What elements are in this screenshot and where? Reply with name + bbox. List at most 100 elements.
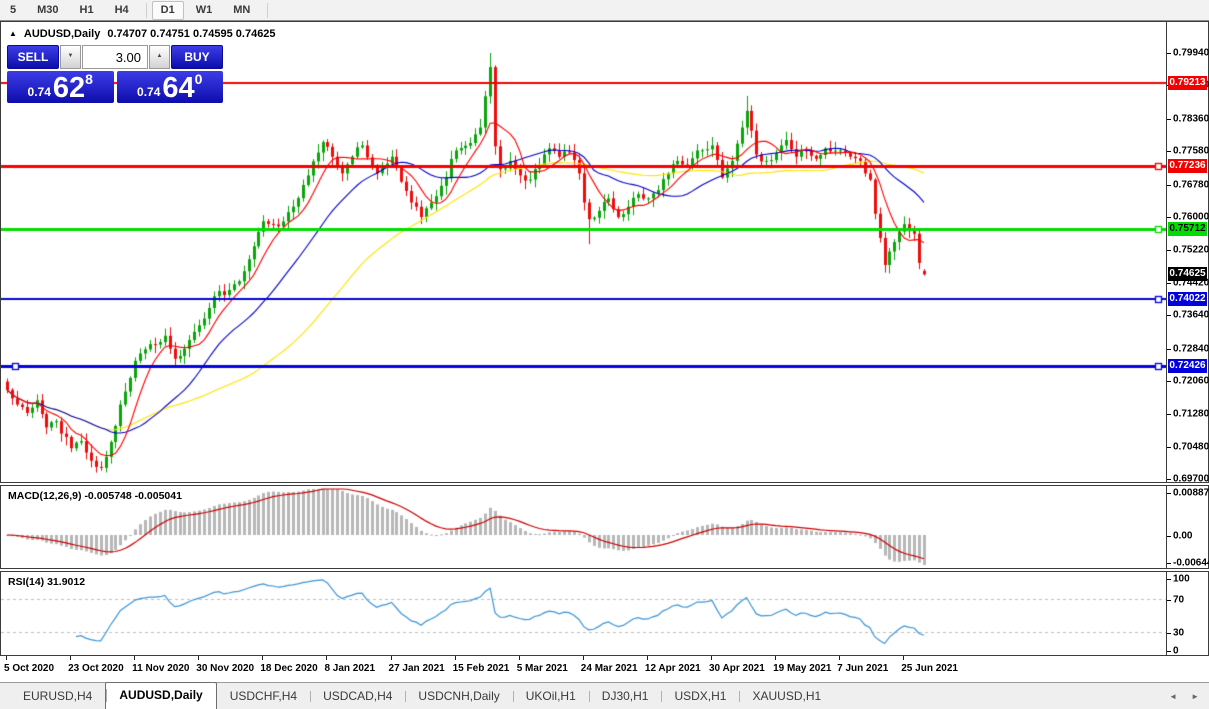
macd-tick-label: 0.008877 [1173,488,1209,499]
price-tick-mark [1167,447,1171,448]
price-tick-mark [1167,185,1171,186]
volume-decrease-button[interactable]: ▼ [60,45,81,69]
timeframe-button-w1[interactable]: W1 [187,1,222,20]
macd-tick-mark [1167,536,1171,537]
date-label: 12 Apr 2021 [645,663,701,674]
macd-tick-label: 0.00 [1173,531,1192,542]
tab-audusd-daily[interactable]: AUDUSD,Daily [105,682,216,709]
price-tick-label: 0.78360 [1173,113,1209,124]
date-label: 18 Dec 2020 [260,663,317,674]
rsi-tick-mark [1167,600,1171,601]
timeframe-button-h1[interactable]: H1 [71,1,103,20]
price-tick-label: 0.72840 [1173,343,1209,354]
price-tick-label: 0.70480 [1173,442,1209,453]
price-tick-label: 0.73640 [1173,310,1209,321]
date-tick-mark [903,656,904,660]
date-tick-mark [455,656,456,660]
rsi-axis: 10070300 [1166,572,1208,655]
tab-scroll-arrows[interactable]: ◄► [1155,692,1199,701]
timeframe-button-mn[interactable]: MN [224,1,259,20]
date-tick-mark [839,656,840,660]
date-label: 25 Jun 2021 [901,663,958,674]
tab-ukoil-h1[interactable]: UKOil,H1 [513,685,589,709]
main-chart-panel: ▲ AUDUSD,Daily 0.74707 0.74751 0.74595 0… [0,21,1209,483]
sell-button[interactable]: SELL [7,45,59,69]
price-tick-mark [1167,53,1171,54]
date-tick-mark [326,656,327,660]
sell-price-big-digits: 62 [53,75,85,101]
price-tick-mark [1167,479,1171,480]
timeframe-button-d1[interactable]: D1 [152,1,184,20]
rsi-chart-canvas[interactable] [1,572,1166,655]
rsi-tick-mark [1167,579,1171,580]
tab-eurusd-h4[interactable]: EURUSD,H4 [10,685,105,709]
price-tick-mark [1167,250,1171,251]
price-tick-mark [1167,349,1171,350]
price-tick-label: 0.77580 [1173,146,1209,157]
buy-button[interactable]: BUY [171,45,223,69]
chart-symbol-period: AUDUSD,Daily [24,28,100,40]
tab-usdx-h1[interactable]: USDX,H1 [661,685,739,709]
date-label: 19 May 2021 [773,663,831,674]
buy-price-prefix: 0.74 [137,85,160,99]
date-tick-mark [775,656,776,660]
timeframe-button-m30[interactable]: M30 [28,1,67,20]
tab-scroll-left-icon[interactable]: ◄ [1169,692,1177,701]
sell-price-display[interactable]: 0.74 62 8 [7,71,114,103]
date-tick-mark [647,656,648,660]
rsi-tick-mark [1167,651,1171,652]
price-tick-label: 0.71280 [1173,408,1209,419]
tab-usdcad-h4[interactable]: USDCAD,H4 [310,685,405,709]
toolbar-separator [146,3,147,18]
buy-price-display[interactable]: 0.74 64 0 [117,71,224,103]
date-tick-mark [198,656,199,660]
price-tick-mark [1167,414,1171,415]
rsi-tick-mark [1167,633,1171,634]
macd-axis: 0.0088770.00-0.006445 [1166,486,1208,568]
date-label: 8 Jan 2021 [324,663,375,674]
date-label: 5 Oct 2020 [4,663,54,674]
chart-title: ▲ AUDUSD,Daily 0.74707 0.74751 0.74595 0… [9,28,276,40]
date-label: 27 Jan 2021 [389,663,445,674]
date-tick-mark [134,656,135,660]
price-tick-mark [1167,217,1171,218]
date-label: 11 Nov 2020 [132,663,189,674]
collapse-arrow-icon[interactable]: ▲ [9,29,17,39]
date-axis[interactable]: 5 Oct 202023 Oct 202011 Nov 202030 Nov 2… [0,656,1209,682]
price-tick-label: 0.69700 [1173,474,1209,485]
price-tick-mark [1167,283,1171,284]
tab-xauusd-h1[interactable]: XAUUSD,H1 [739,685,834,709]
date-tick-mark [711,656,712,660]
tab-scroll-right-icon[interactable]: ► [1191,692,1199,701]
tab-usdcnh-daily[interactable]: USDCNH,Daily [405,685,512,709]
date-tick-mark [6,656,7,660]
current-price-label: 0.74625 [1168,267,1207,281]
date-label: 7 Jun 2021 [837,663,888,674]
chart-ohlc-values: 0.74707 0.74751 0.74595 0.74625 [107,28,275,40]
timeframe-button-h4[interactable]: H4 [106,1,138,20]
toolbar-separator [267,3,268,18]
macd-tick-mark [1167,563,1171,564]
volume-input[interactable] [82,45,148,69]
macd-tick-mark [1167,493,1171,494]
price-tick-label: 0.79940 [1173,48,1209,59]
sell-price-pipette: 8 [85,71,93,87]
macd-indicator-panel: MACD(12,26,9) -0.005748 -0.005041 0.0088… [0,485,1209,569]
rsi-label: RSI(14) 31.9012 [8,576,85,588]
volume-increase-button[interactable]: ▲ [149,45,170,69]
level-price-label: 0.74022 [1168,292,1207,306]
price-tick-mark [1167,315,1171,316]
date-tick-mark [70,656,71,660]
date-label: 23 Oct 2020 [68,663,124,674]
price-axis[interactable]: 0.799400.791600.783600.775800.767800.760… [1166,22,1208,482]
tab-dj30-h1[interactable]: DJ30,H1 [589,685,662,709]
date-label: 30 Apr 2021 [709,663,765,674]
date-tick-mark [583,656,584,660]
tab-usdchf-h4[interactable]: USDCHF,H4 [217,685,310,709]
price-tick-label: 0.76000 [1173,212,1209,223]
date-tick-mark [262,656,263,660]
buy-price-big-digits: 64 [162,75,194,101]
timeframe-button-5[interactable]: 5 [1,1,25,20]
chart-tab-bar: EURUSD,H4AUDUSD,DailyUSDCHF,H4USDCAD,H4U… [0,682,1209,709]
date-label: 24 Mar 2021 [581,663,638,674]
